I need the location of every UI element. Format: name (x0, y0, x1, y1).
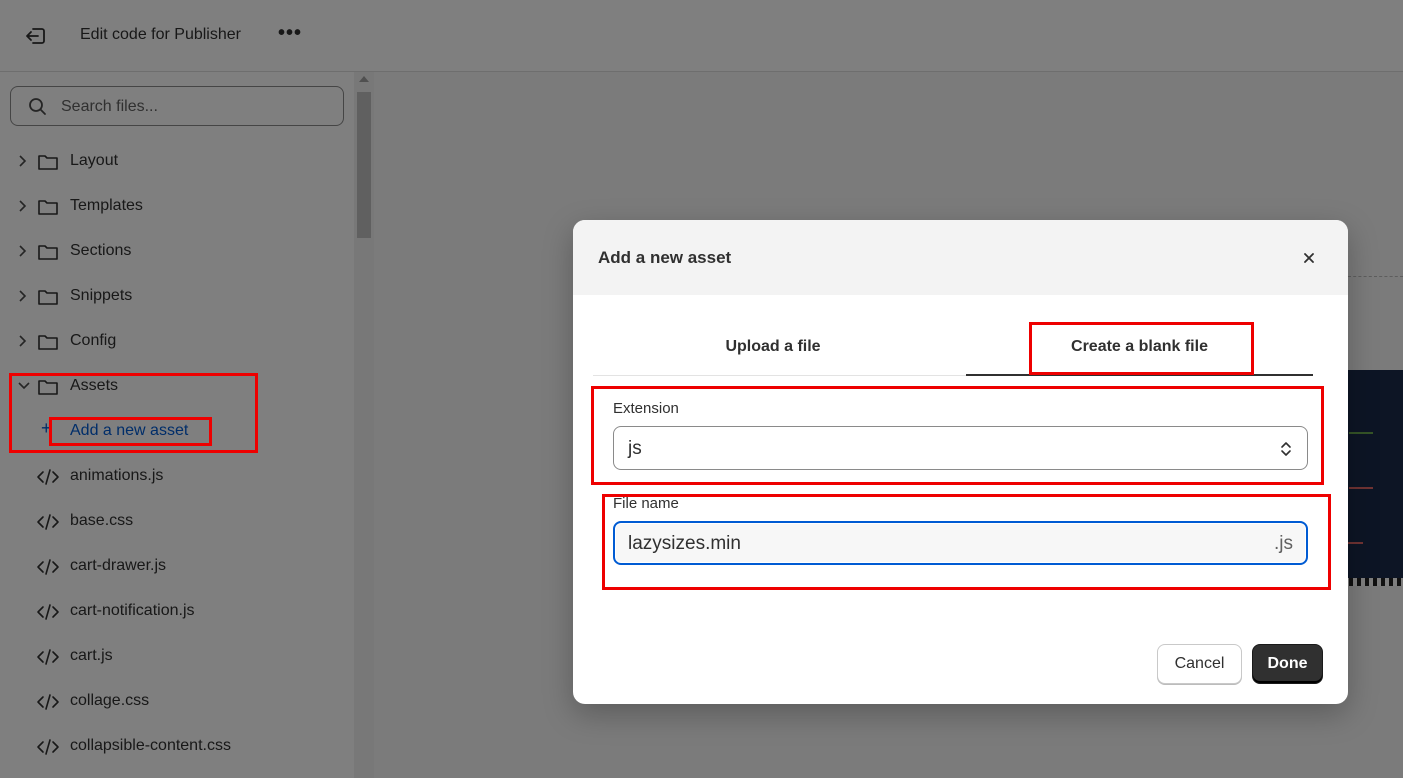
modal-title: Add a new asset (598, 248, 732, 267)
annotation-box-blank-file-tab (1029, 322, 1254, 375)
tab-upload-file[interactable]: Upload a file (593, 320, 953, 375)
cancel-button[interactable]: Cancel (1157, 644, 1242, 684)
annotation-box-extension (591, 386, 1324, 485)
done-button[interactable]: Done (1252, 644, 1323, 684)
annotation-box-file-name (602, 494, 1331, 590)
modal-header: Add a new asset (573, 220, 1348, 295)
annotation-box-add-asset (49, 417, 212, 446)
close-icon[interactable] (1297, 246, 1321, 270)
